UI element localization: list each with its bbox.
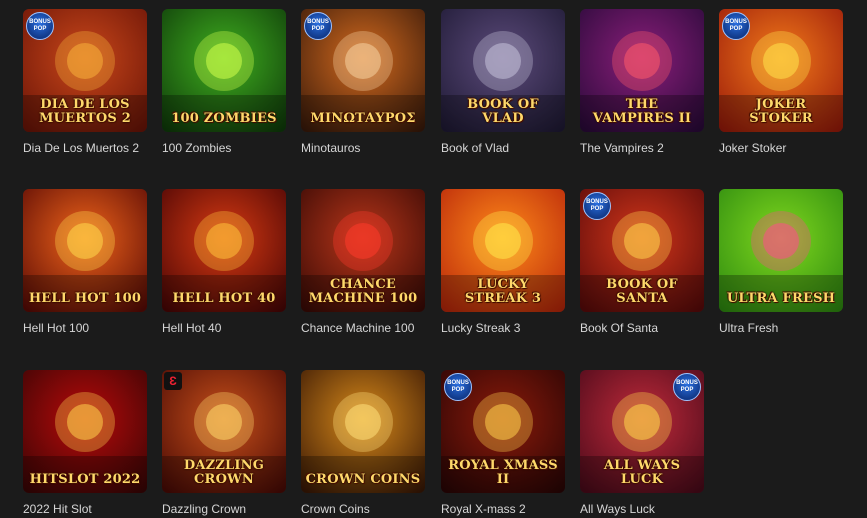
game-title[interactable]: 2022 Hit Slot: [23, 502, 147, 516]
emblem-core: [67, 43, 103, 79]
game-title[interactable]: Minotauros: [301, 141, 425, 155]
game-logo: CHANCE machine 100: [308, 277, 418, 306]
emblem-core: [206, 223, 242, 259]
game-tile-royal-x-mass-2[interactable]: BONUS POP ROYAL XMASS II Royal X-mass 2: [441, 370, 565, 516]
emblem-core: [67, 223, 103, 259]
game-thumbnail[interactable]: HELL HOT 40: [162, 189, 286, 312]
game-title[interactable]: Chance Machine 100: [301, 321, 425, 335]
game-logo: Book of Vlad: [467, 97, 539, 126]
emblem-core: [206, 43, 242, 79]
game-thumbnail[interactable]: BONUS POP ΜΙΝΩΤΑΥΡΟΣ: [301, 9, 425, 132]
game-thumbnail[interactable]: the Vampires II: [580, 9, 704, 132]
bonus-pop-badge-icon: BONUS POP: [26, 12, 54, 40]
game-title[interactable]: Dazzling Crown: [162, 502, 286, 516]
game-title[interactable]: Dia De Los Muertos 2: [23, 141, 147, 155]
game-title[interactable]: The Vampires 2: [580, 141, 704, 155]
game-logo: All Ways LUCK: [603, 458, 681, 487]
game-thumbnail[interactable]: Book of Vlad: [441, 9, 565, 132]
game-title[interactable]: Lucky Streak 3: [441, 321, 565, 335]
game-tile-2022-hit-slot[interactable]: HITSLOT 2022 2022 Hit Slot: [23, 370, 147, 516]
game-tile-hell-hot-100[interactable]: HELL HOT 100 Hell Hot 100: [23, 189, 147, 335]
game-title[interactable]: Book Of Santa: [580, 321, 704, 335]
provider-logo-icon: Ɛ: [164, 372, 182, 390]
emblem-core: [485, 404, 521, 440]
game-logo: Dazzling Crown: [183, 458, 265, 487]
game-thumbnail[interactable]: Ɛ Dazzling Crown: [162, 370, 286, 493]
game-logo: Book of Santa: [606, 277, 678, 306]
game-thumbnail[interactable]: 100 ZOMBIES: [162, 9, 286, 132]
game-logo: the Vampires II: [592, 97, 692, 126]
game-tile-dazzling-crown[interactable]: Ɛ Dazzling Crown Dazzling Crown: [162, 370, 286, 516]
game-tile-chance-machine-100[interactable]: CHANCE machine 100 Chance Machine 100: [301, 189, 425, 335]
game-thumbnail[interactable]: BONUS POP DIA DE LOS MUERTOS 2: [23, 9, 147, 132]
game-logo: ΜΙΝΩΤΑΥΡΟΣ: [310, 111, 416, 126]
game-logo: HELL HOT 40: [172, 291, 276, 306]
game-logo: DIA DE LOS MUERTOS 2: [39, 97, 131, 126]
game-logo: JOKER STOKER: [749, 97, 813, 126]
game-tile-dia-de-los-muertos-2[interactable]: BONUS POP DIA DE LOS MUERTOS 2 Dia De Los…: [23, 9, 147, 155]
game-thumbnail[interactable]: BONUS POP All Ways LUCK: [580, 370, 704, 493]
game-title[interactable]: Hell Hot 100: [23, 321, 147, 335]
game-tile-hell-hot-40[interactable]: HELL HOT 40 Hell Hot 40: [162, 189, 286, 335]
emblem-core: [624, 43, 660, 79]
game-tile-100-zombies[interactable]: 100 ZOMBIES 100 Zombies: [162, 9, 286, 155]
game-tile-all-ways-luck[interactable]: BONUS POP All Ways LUCK All Ways Luck: [580, 370, 704, 516]
game-title[interactable]: All Ways Luck: [580, 502, 704, 516]
emblem-core: [763, 43, 799, 79]
bonus-pop-badge-icon: BONUS POP: [304, 12, 332, 40]
game-title[interactable]: Book of Vlad: [441, 141, 565, 155]
emblem-core: [345, 404, 381, 440]
game-logo: HITSLOT 2022: [29, 472, 141, 487]
game-thumbnail[interactable]: BONUS POP ROYAL XMASS II: [441, 370, 565, 493]
game-thumbnail[interactable]: CROWN COINS: [301, 370, 425, 493]
emblem-core: [67, 404, 103, 440]
game-title[interactable]: Joker Stoker: [719, 141, 843, 155]
game-thumbnail[interactable]: CHANCE machine 100: [301, 189, 425, 312]
game-title[interactable]: 100 Zombies: [162, 141, 286, 155]
emblem-core: [624, 223, 660, 259]
game-tile-crown-coins[interactable]: CROWN COINS Crown Coins: [301, 370, 425, 516]
game-logo: 100 ZOMBIES: [171, 111, 277, 126]
game-tile-joker-stoker[interactable]: BONUS POP JOKER STOKER Joker Stoker: [719, 9, 843, 155]
bonus-pop-badge-icon: BONUS POP: [673, 373, 701, 401]
game-logo: CROWN COINS: [305, 472, 421, 487]
game-tile-book-of-vlad[interactable]: Book of Vlad Book of Vlad: [441, 9, 565, 155]
bonus-pop-badge-icon: BONUS POP: [444, 373, 472, 401]
game-thumbnail[interactable]: BONUS POP JOKER STOKER: [719, 9, 843, 132]
game-tile-the-vampires-2[interactable]: the Vampires II The Vampires 2: [580, 9, 704, 155]
emblem-core: [345, 43, 381, 79]
emblem-core: [763, 223, 799, 259]
game-logo: ROYAL XMASS II: [448, 458, 558, 487]
game-title[interactable]: Crown Coins: [301, 502, 425, 516]
emblem-core: [485, 43, 521, 79]
game-logo: Ultra Fresh: [726, 291, 836, 306]
emblem-core: [624, 404, 660, 440]
game-tile-lucky-streak-3[interactable]: Lucky STREAK 3 Lucky Streak 3: [441, 189, 565, 335]
games-grid: BONUS POP DIA DE LOS MUERTOS 2 Dia De Los…: [0, 0, 867, 518]
emblem-core: [206, 404, 242, 440]
game-logo: HELL HOT 100: [28, 291, 142, 306]
game-tile-book-of-santa[interactable]: BONUS POP Book of Santa Book Of Santa: [580, 189, 704, 335]
game-tile-minotauros[interactable]: BONUS POP ΜΙΝΩΤΑΥΡΟΣ Minotauros: [301, 9, 425, 155]
emblem-core: [345, 223, 381, 259]
game-title[interactable]: Ultra Fresh: [719, 321, 843, 335]
game-title[interactable]: Hell Hot 40: [162, 321, 286, 335]
bonus-pop-badge-icon: BONUS POP: [583, 192, 611, 220]
game-logo: Lucky STREAK 3: [464, 277, 542, 306]
game-tile-ultra-fresh[interactable]: Ultra Fresh Ultra Fresh: [719, 189, 843, 335]
game-title[interactable]: Royal X-mass 2: [441, 502, 565, 516]
emblem-core: [485, 223, 521, 259]
game-thumbnail[interactable]: HITSLOT 2022: [23, 370, 147, 493]
game-thumbnail[interactable]: HELL HOT 100: [23, 189, 147, 312]
game-thumbnail[interactable]: BONUS POP Book of Santa: [580, 189, 704, 312]
game-thumbnail[interactable]: Ultra Fresh: [719, 189, 843, 312]
game-thumbnail[interactable]: Lucky STREAK 3: [441, 189, 565, 312]
bonus-pop-badge-icon: BONUS POP: [722, 12, 750, 40]
